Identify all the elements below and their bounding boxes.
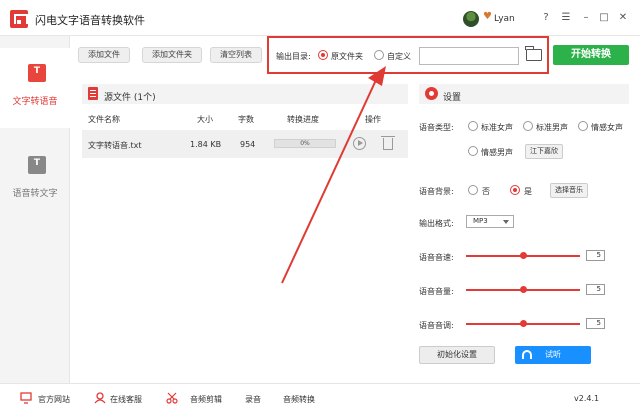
folder-open-icon[interactable] bbox=[525, 46, 542, 61]
voice-emotion-female-label: 情感女声 bbox=[591, 123, 623, 132]
gear-icon bbox=[425, 87, 438, 100]
settings-title: 设置 bbox=[443, 93, 462, 103]
menu-icon[interactable]: ☰ bbox=[559, 11, 573, 25]
background-no-label: 否 bbox=[482, 187, 490, 196]
sidebar-item-text-to-speech[interactable]: T 文字转语音 bbox=[0, 48, 70, 128]
official-website-link[interactable]: 官方网站 bbox=[38, 394, 70, 405]
sidebar-item-label: 语音转文字 bbox=[12, 189, 58, 199]
source-panel-title: 源文件 (1个) bbox=[104, 93, 156, 103]
start-convert-button[interactable]: 开始转换 bbox=[553, 45, 629, 65]
volume-slider-knob[interactable] bbox=[520, 286, 527, 293]
radio-voice-emotion-male[interactable] bbox=[468, 146, 478, 156]
sidebar-item-label: 文字转语音 bbox=[12, 97, 58, 107]
radio-source-folder-label: 原文件夹 bbox=[331, 52, 363, 61]
help-icon[interactable]: ? bbox=[539, 11, 553, 25]
online-service-link[interactable]: 在线客服 bbox=[110, 394, 142, 405]
choose-music-button[interactable]: 选择音乐 bbox=[550, 183, 588, 198]
volume-label: 语音音量: bbox=[419, 287, 454, 296]
app-logo-icon bbox=[10, 10, 28, 28]
speed-slider-knob[interactable] bbox=[520, 252, 527, 259]
pitch-value[interactable]: 5 bbox=[586, 318, 605, 329]
play-icon[interactable] bbox=[353, 137, 366, 150]
service-icon bbox=[94, 392, 106, 404]
pitch-slider-knob[interactable] bbox=[520, 320, 527, 327]
user-avatar[interactable] bbox=[463, 11, 479, 27]
scissors-icon bbox=[166, 392, 178, 404]
document-icon bbox=[88, 87, 98, 100]
audio-cut-link[interactable]: 音频剪辑 bbox=[190, 394, 222, 405]
listen-label: 试听 bbox=[545, 350, 561, 359]
sidebar-item-speech-to-text[interactable]: T 语音转文字 bbox=[0, 140, 70, 220]
file-chars: 954 bbox=[240, 140, 256, 149]
close-button[interactable]: ✕ bbox=[616, 11, 630, 25]
monitor-icon bbox=[20, 392, 32, 404]
add-folder-button[interactable]: 添加文件夹 bbox=[142, 47, 202, 63]
voice-standard-male-label: 标准男声 bbox=[536, 123, 568, 132]
username[interactable]: Lyan bbox=[494, 14, 515, 24]
headphone-icon bbox=[522, 350, 532, 359]
record-link[interactable]: 录音 bbox=[245, 394, 261, 405]
radio-voice-standard-male[interactable] bbox=[523, 121, 533, 131]
radio-custom-label: 自定义 bbox=[387, 52, 411, 61]
file-name: 文字转语音.txt bbox=[88, 141, 142, 150]
column-header-chars: 字数 bbox=[238, 115, 254, 124]
trash-icon[interactable] bbox=[381, 136, 395, 150]
column-header-size: 大小 bbox=[197, 115, 213, 124]
format-label: 输出格式: bbox=[419, 219, 454, 228]
maximize-button[interactable]: □ bbox=[597, 11, 611, 25]
audio-convert-link[interactable]: 音频转换 bbox=[283, 394, 315, 405]
speech-to-text-icon: T bbox=[28, 156, 46, 174]
column-header-name: 文件名称 bbox=[88, 115, 120, 124]
clear-list-button[interactable]: 清空列表 bbox=[210, 47, 262, 63]
volume-value[interactable]: 5 bbox=[586, 284, 605, 295]
radio-source-folder[interactable] bbox=[318, 50, 328, 60]
output-dir-label: 输出目录: bbox=[276, 52, 311, 61]
background-yes-label: 是 bbox=[524, 187, 532, 196]
progress-text: 0% bbox=[300, 140, 310, 147]
voice-standard-female-label: 标准女声 bbox=[481, 123, 513, 132]
speed-label: 语音音速: bbox=[419, 253, 454, 262]
radio-background-yes[interactable] bbox=[510, 185, 520, 195]
file-size: 1.84 KB bbox=[190, 140, 222, 149]
radio-voice-emotion-female[interactable] bbox=[578, 121, 588, 131]
speed-value[interactable]: 5 bbox=[586, 250, 605, 261]
background-label: 语音背景: bbox=[419, 187, 454, 196]
minimize-button[interactable]: – bbox=[579, 11, 593, 25]
app-title: 闪电文字语音转换软件 bbox=[35, 14, 145, 27]
radio-voice-standard-female[interactable] bbox=[468, 121, 478, 131]
voice-extra-button[interactable]: 江下嘉欣 bbox=[525, 144, 563, 159]
radio-background-no[interactable] bbox=[468, 185, 478, 195]
output-path-input[interactable] bbox=[419, 47, 519, 65]
voice-type-label: 语音类型: bbox=[419, 123, 454, 132]
add-file-button[interactable]: 添加文件 bbox=[78, 47, 130, 63]
version-label: v2.4.1 bbox=[574, 394, 600, 403]
format-select[interactable]: MP3 bbox=[466, 215, 514, 228]
text-to-speech-icon: T bbox=[28, 64, 46, 82]
voice-emotion-male-label: 情感男声 bbox=[481, 148, 513, 157]
init-settings-button[interactable]: 初始化设置 bbox=[419, 346, 495, 364]
column-header-actions: 操作 bbox=[365, 115, 381, 124]
vip-heart-icon: ♥ bbox=[483, 11, 492, 22]
pitch-label: 语音音调: bbox=[419, 321, 454, 330]
column-header-progress: 转换进度 bbox=[287, 115, 319, 124]
radio-custom[interactable] bbox=[374, 50, 384, 60]
sidebar: T 文字转语音 T 语音转文字 bbox=[0, 36, 70, 383]
